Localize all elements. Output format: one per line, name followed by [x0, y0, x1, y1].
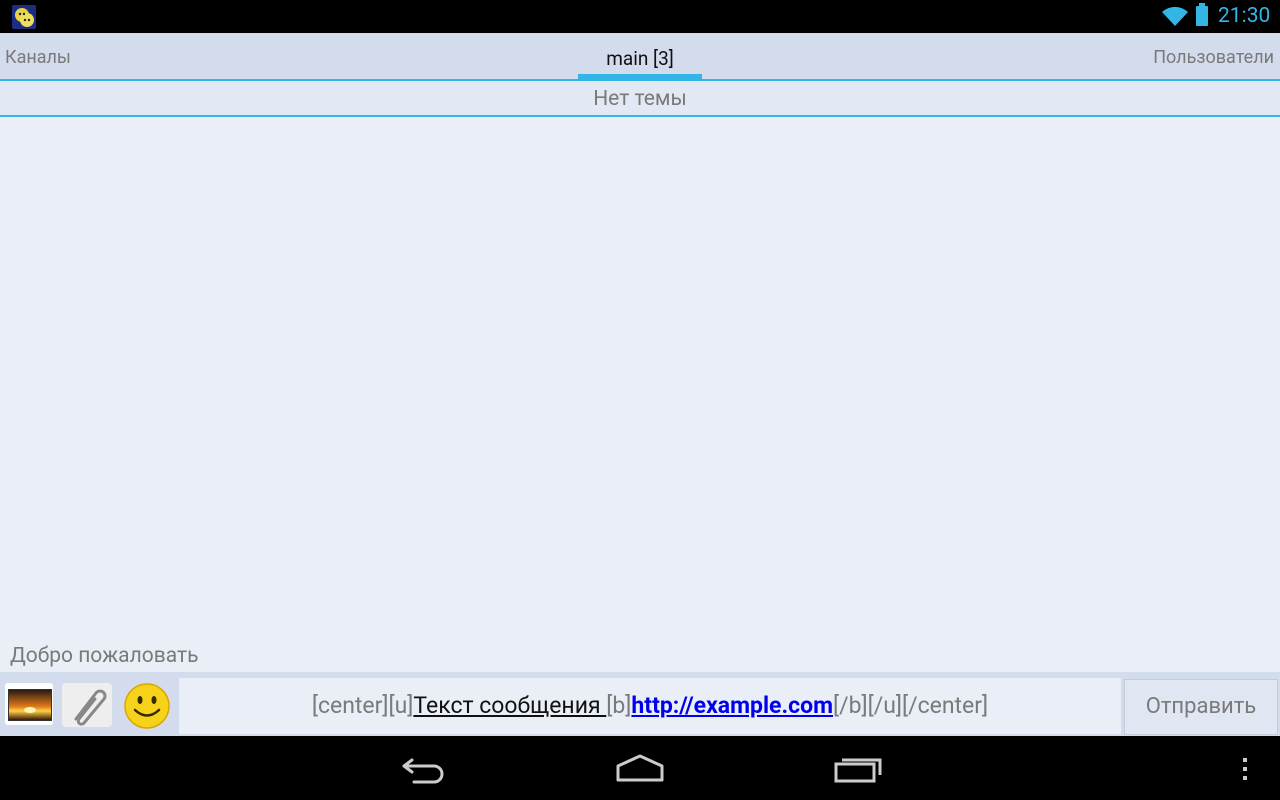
send-button[interactable]: Отправить — [1124, 679, 1278, 735]
recent-apps-icon[interactable] — [833, 752, 883, 790]
input-prefix: [center][u] — [311, 692, 414, 719]
input-link[interactable]: http://example.com — [631, 692, 833, 719]
tab-main[interactable]: main [3] — [578, 33, 702, 79]
clock: 21:30 — [1218, 4, 1271, 28]
input-underlined-text: Текст сообщения — [413, 692, 607, 719]
tab-channels[interactable]: Каналы — [5, 47, 71, 68]
channel-topic: Нет темы — [0, 82, 1280, 115]
message-input[interactable]: [center][u]Текст сообщения [b]http://exa… — [179, 678, 1121, 734]
status-bar — [0, 0, 1280, 33]
smiley-icon — [124, 683, 170, 729]
overflow-menu-icon[interactable] — [1240, 757, 1250, 787]
attach-button[interactable] — [62, 683, 112, 727]
tab-divider — [0, 79, 1280, 81]
welcome-message: Добро пожаловать — [10, 644, 199, 668]
chat-log[interactable] — [0, 117, 1280, 672]
image-icon — [8, 689, 52, 721]
app-icon — [12, 5, 36, 29]
tab-users[interactable]: Пользователи — [1153, 47, 1274, 68]
input-suffix: [/b][/u][/center] — [833, 692, 989, 719]
back-icon[interactable] — [400, 752, 448, 790]
tab-main-label: main [3] — [606, 47, 674, 70]
home-icon[interactable] — [615, 752, 665, 790]
paperclip-icon — [74, 689, 107, 726]
emoji-button[interactable] — [124, 683, 170, 729]
wifi-icon — [1161, 6, 1189, 32]
input-bold-tag: [b] — [606, 692, 632, 719]
insert-image-button[interactable] — [5, 683, 53, 725]
battery-icon — [1196, 3, 1208, 26]
